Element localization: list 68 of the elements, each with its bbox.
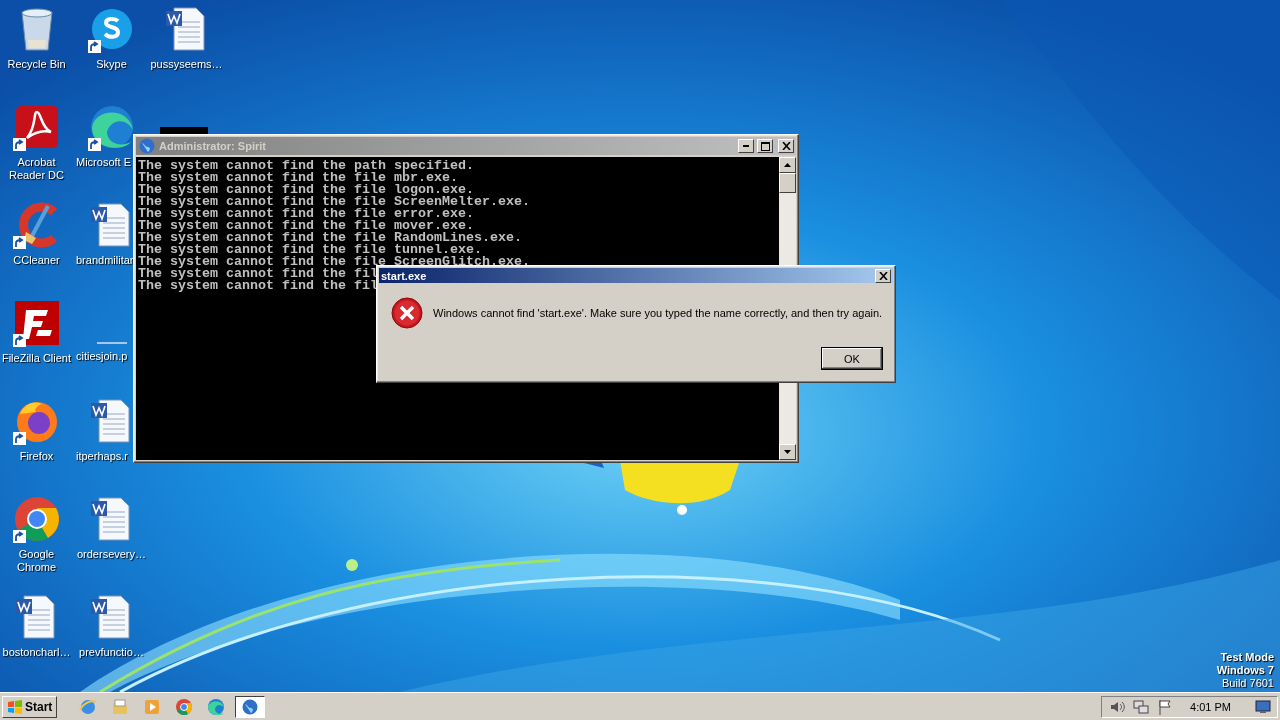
shortcut-arrow-icon (13, 334, 26, 347)
console-line: The system cannot find the file mbr.exe. (138, 172, 458, 184)
console-line: The system cannot find the file mover.exe. (138, 220, 474, 232)
console-line: The system cannot find the fil (138, 280, 378, 292)
desktop-icon-label[interactable]: citiesjoin.p (76, 350, 128, 363)
desktop-icon-label[interactable]: pussyseems… (149, 58, 224, 71)
close-icon (781, 142, 791, 150)
chrome-icon (13, 496, 60, 542)
console-line: The system cannot find the file ScreenMelter.exe. (138, 196, 530, 208)
os-notice-text: Test Mode (1220, 651, 1274, 664)
desktop-icon-label[interactable]: bostoncharl… (0, 646, 74, 659)
ok-button[interactable]: OK (821, 347, 883, 370)
os-notice-text: Windows 7 (1216, 664, 1274, 677)
edge-icon (88, 104, 135, 150)
desktop-icon-label[interactable]: Microsoft E (76, 156, 131, 169)
desktop-icon-label[interactable]: Acrobat Reader DC (0, 156, 74, 182)
network-icon (1132, 697, 1151, 716)
shortcut-arrow-icon (13, 432, 26, 445)
console-line: The system cannot find the file logon.exe. (138, 184, 474, 196)
desktop-icon-label[interactable]: brandmilitar (76, 254, 134, 267)
shortcut-arrow-icon (88, 40, 101, 53)
desktop-icon-label[interactable]: FileZilla Client (0, 352, 74, 365)
minimize-icon (743, 145, 749, 147)
clock: 4:01 PM (1190, 700, 1231, 713)
close-button[interactable] (778, 139, 794, 153)
desktop-icon-label[interactable]: Google Chrome (0, 548, 74, 574)
desktop-icon-label[interactable]: itperhaps.r (76, 450, 128, 463)
desktop-icon-label[interactable]: CCleaner (0, 254, 74, 267)
shortcut-arrow-icon (13, 530, 26, 543)
minimize-button[interactable] (738, 139, 754, 153)
shortcut-arrow-icon (88, 138, 101, 151)
windows-logo-icon (7, 699, 23, 714)
filezilla-icon (13, 300, 60, 346)
scroll-up-icon (784, 163, 791, 167)
console-line: The system cannot find the path specified. (138, 160, 474, 172)
maximize-icon (760, 141, 770, 151)
media-player-icon (143, 697, 162, 716)
edge-icon (207, 697, 226, 716)
console-line: The system cannot find the fil (138, 268, 378, 280)
task-button[interactable] (235, 695, 266, 718)
console-line: The system cannot find the file RandomLines.exe. (138, 232, 522, 244)
desktop-icon-label[interactable]: Skype (74, 58, 149, 71)
desktop-icon-label[interactable]: Recycle Bin (0, 58, 74, 71)
globe-icon (241, 697, 260, 716)
maximize-button[interactable] (757, 139, 773, 153)
error-message: Windows cannot find 'start.exe'. Make sure you typed the name correctly, and then try again. (433, 307, 883, 319)
internet-explorer-icon (79, 697, 98, 716)
dialog-title: start.exe (381, 269, 428, 282)
shortcut-arrow-icon (13, 138, 26, 151)
desktop-icon-label[interactable]: prevfunctio… (74, 646, 149, 659)
folder-icon (111, 697, 130, 716)
window-title: Administrator: Spirit (159, 140, 267, 152)
show-desktop-icon[interactable] (1255, 699, 1271, 714)
close-icon (878, 271, 888, 280)
close-button[interactable] (875, 268, 891, 283)
scroll-thumb[interactable] (779, 173, 796, 193)
error-icon (391, 297, 423, 329)
os-notice-text: Build 7601 (1222, 677, 1274, 690)
globe-icon (138, 137, 156, 155)
console-line: The system cannot find the file ScreenGlitch.exe. (138, 256, 530, 268)
shortcut-arrow-icon (13, 236, 26, 249)
desktop-icon-label[interactable]: Firefox (0, 450, 74, 463)
console-line: The system cannot find the file error.exe. (138, 208, 474, 220)
chrome-icon (175, 697, 194, 716)
desktop-icon-label[interactable]: ordersevery… (74, 548, 149, 561)
start-button[interactable]: Start (2, 695, 58, 718)
console-line: The system cannot find the file tunnel.exe. (138, 244, 482, 256)
scroll-down-icon (784, 450, 791, 454)
